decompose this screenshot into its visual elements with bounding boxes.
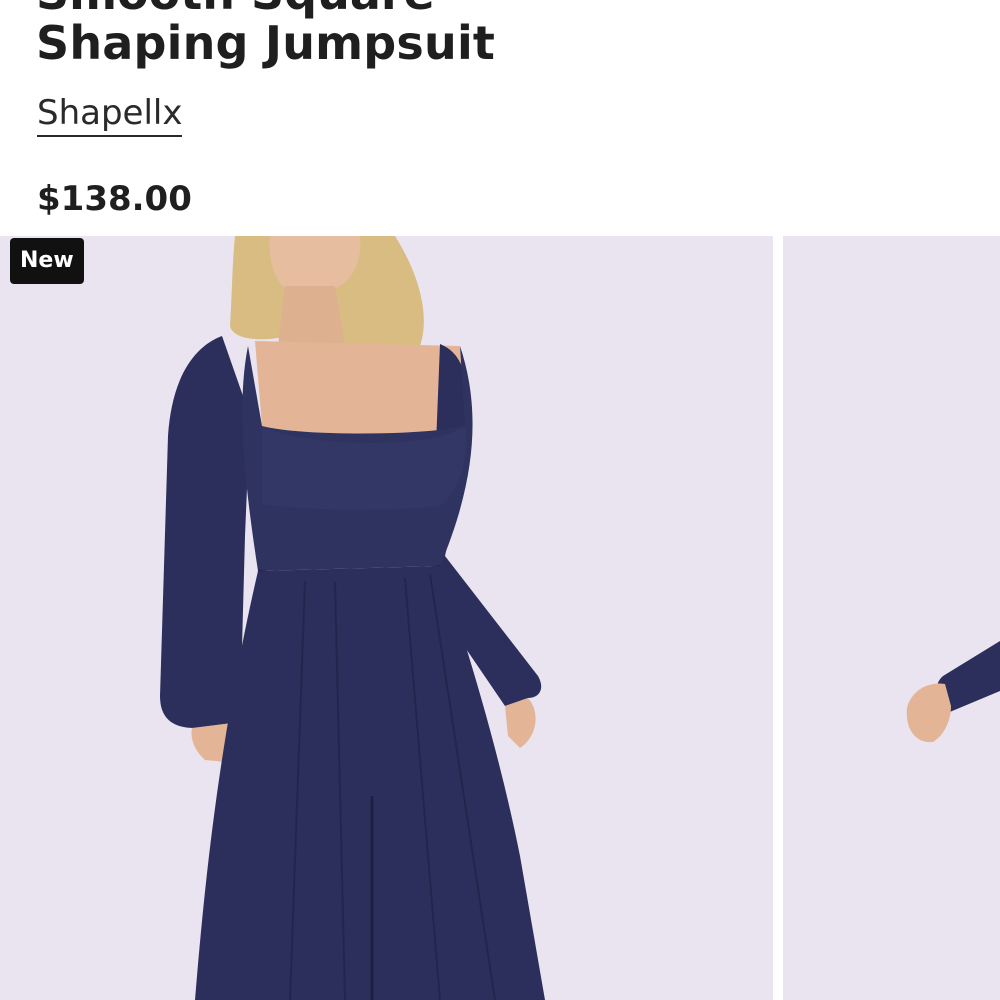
- product-image-main[interactable]: New: [0, 236, 773, 1000]
- product-image-secondary[interactable]: [783, 236, 1000, 1000]
- model-photo: [160, 236, 545, 1000]
- product-price: $138.00: [37, 179, 192, 219]
- product-image-carousel[interactable]: New: [0, 236, 1000, 1000]
- product-title: Shaping Jumpsuit: [36, 16, 496, 70]
- new-badge: New: [10, 238, 84, 284]
- model-photo-side: [906, 641, 1000, 743]
- product-page: Smooth Square Shaping Jumpsuit Shapellx …: [0, 0, 1000, 1000]
- brand-link[interactable]: Shapellx: [37, 92, 183, 137]
